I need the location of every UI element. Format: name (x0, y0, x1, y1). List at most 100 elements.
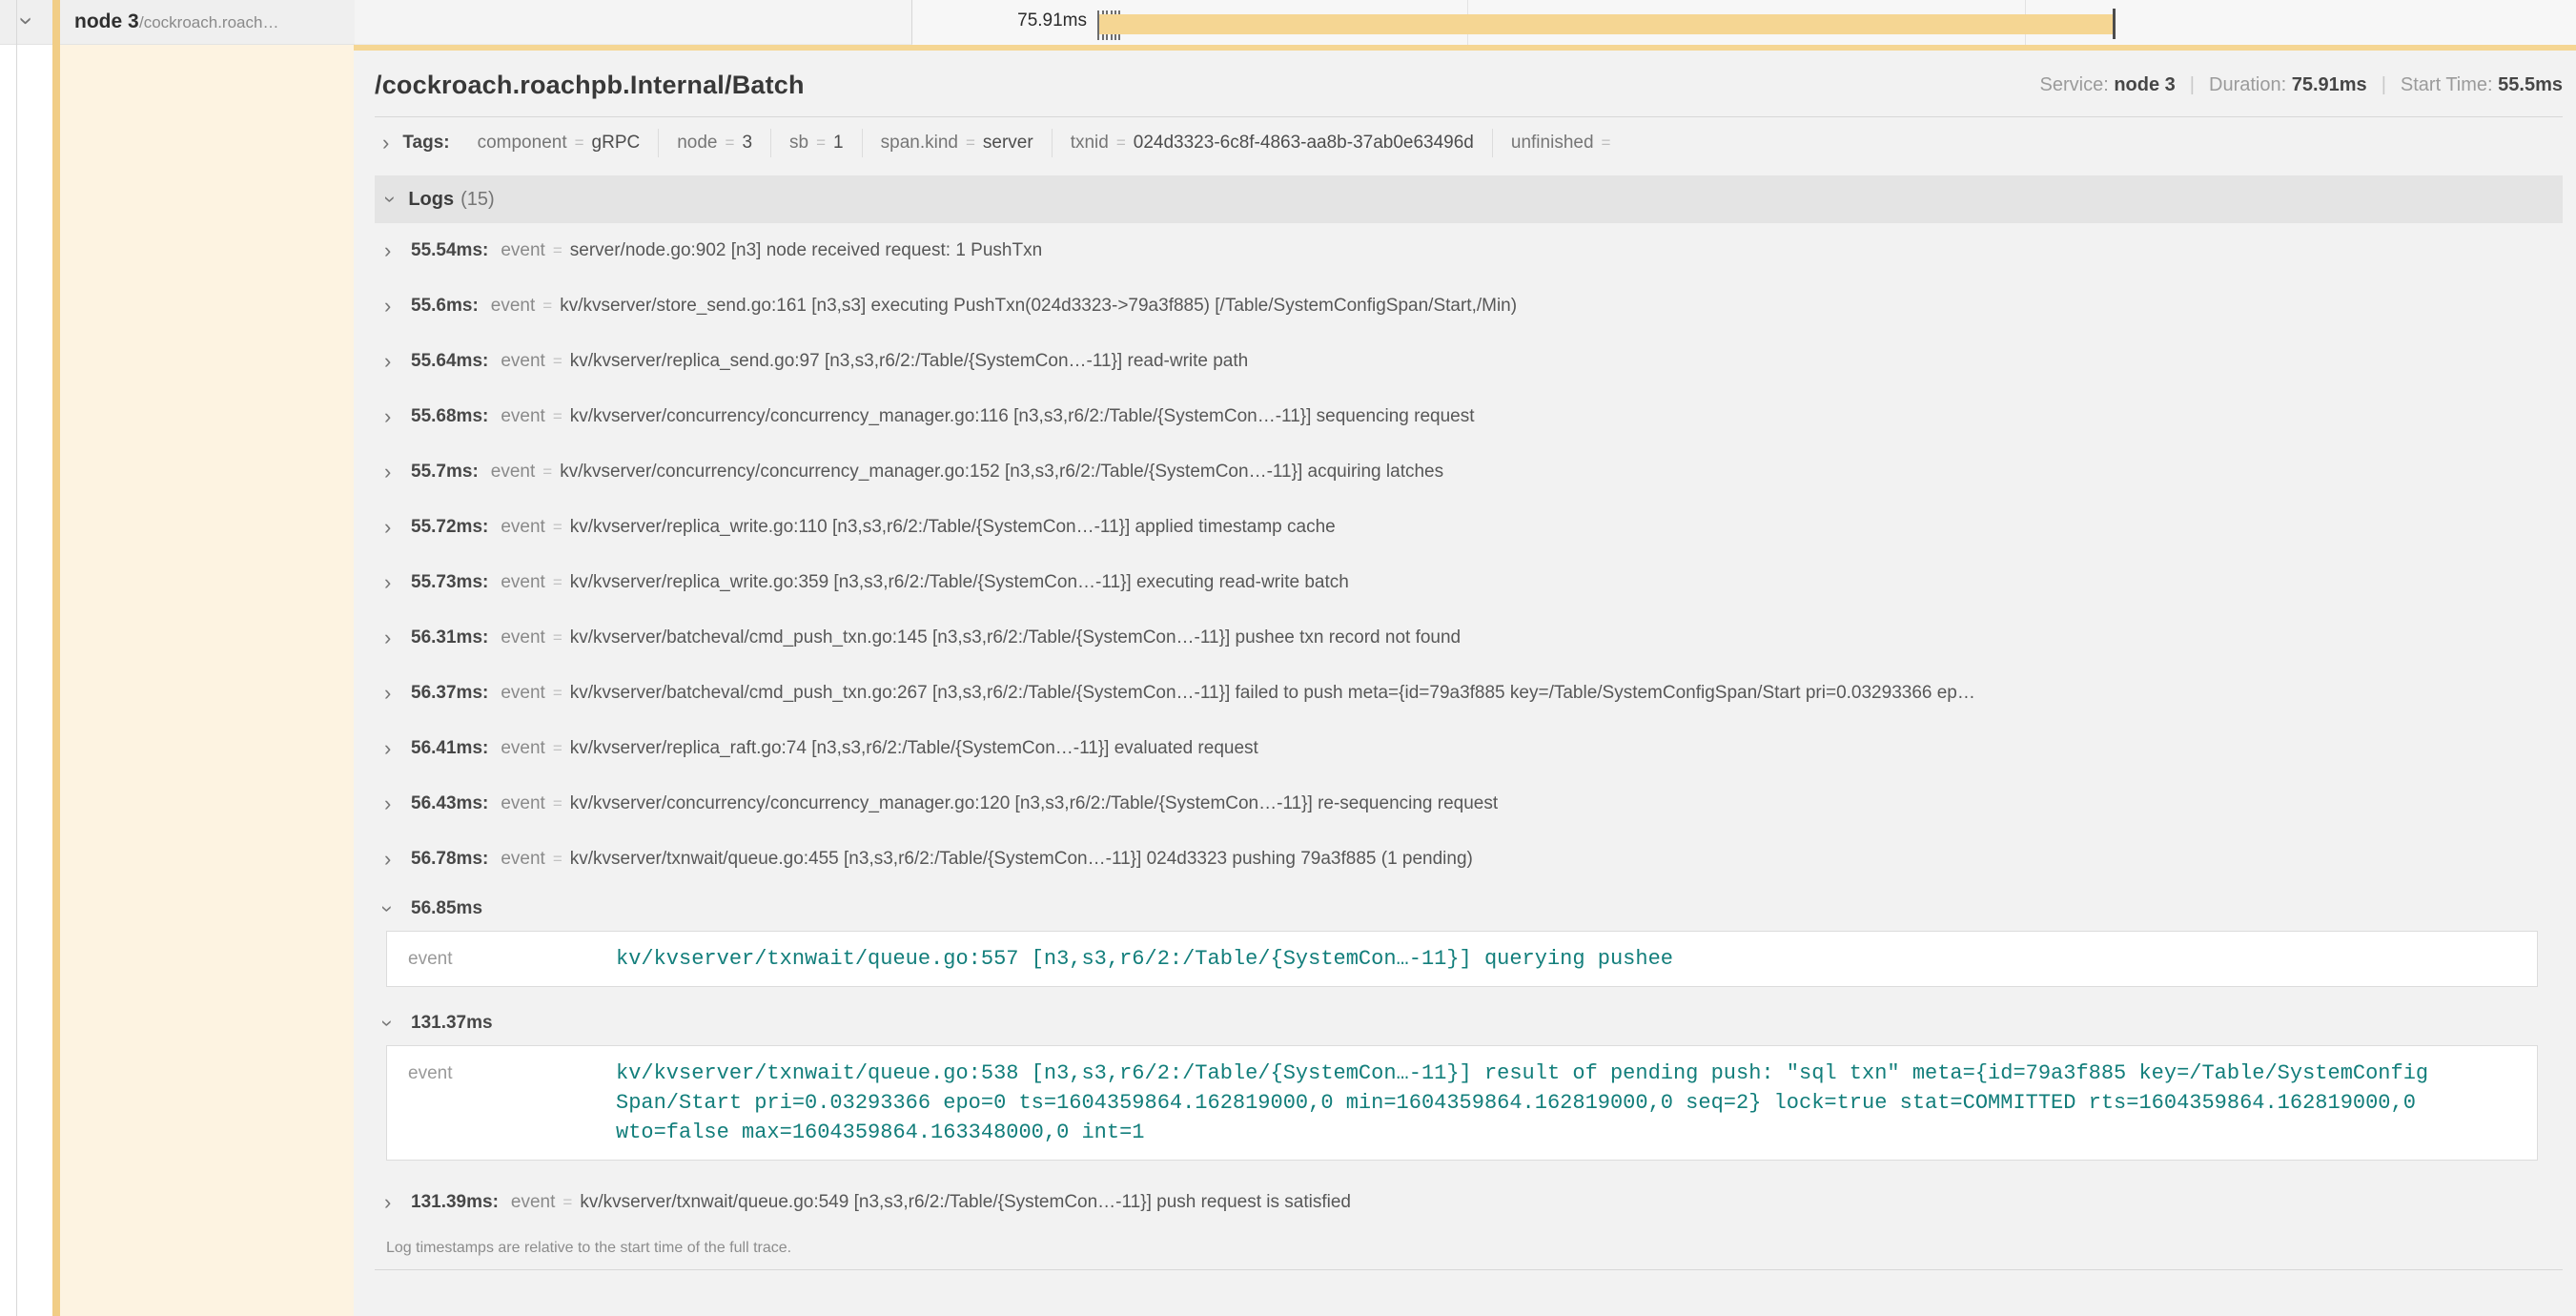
trace-timeline-span-row[interactable]: node 3 /cockroach.roach… 75.91ms (0, 0, 2576, 45)
log-detail-field-key: event (408, 944, 616, 974)
log-row[interactable]: 55.68ms: event = kv/kvserver/concurrency… (375, 389, 2563, 444)
log-row-expand-chevron-icon[interactable] (384, 572, 411, 593)
logs-count: (15) (460, 189, 495, 211)
log-field-key: event (501, 351, 544, 372)
span-operation-name-truncated: /cockroach.roach… (139, 13, 278, 32)
tag-value: 024d3323-6c8f-4863-aa8b-37ab0e63496d (1134, 133, 1474, 154)
tag-value: 1 (833, 133, 844, 154)
log-row[interactable]: 56.43ms: event = kv/kvserver/concurrency… (375, 776, 2563, 832)
log-field-value: kv/kvserver/replica_write.go:110 [n3,s3,… (570, 517, 1336, 538)
span-timeline-cell[interactable]: 75.91ms (912, 0, 2576, 45)
log-row-expand-chevron-icon[interactable] (384, 351, 411, 372)
log-row-expand-chevron-icon[interactable] (384, 738, 411, 759)
log-row[interactable]: 55.54ms: event = server/node.go:902 [n3]… (375, 223, 2563, 278)
log-field-key: event (491, 462, 535, 483)
log-row[interactable]: 55.6ms: event = kv/kvserver/store_send.g… (375, 278, 2563, 334)
log-row-expand-chevron-icon[interactable] (384, 296, 411, 317)
log-field-value: server/node.go:902 [n3] node received re… (570, 240, 1042, 261)
log-row-collapse-chevron-icon[interactable] (384, 1013, 411, 1034)
log-row-expand-chevron-icon[interactable] (384, 683, 411, 704)
start-time-value: 55.5ms (2498, 74, 2563, 95)
log-timestamp: 55.68ms: (411, 406, 488, 427)
span-service-name: node 3 (74, 10, 139, 33)
log-row-expanded-header[interactable]: 131.37ms (375, 1001, 2563, 1045)
log-field-value: kv/kvserver/txnwait/queue.go:549 [n3,s3,… (580, 1192, 1351, 1213)
log-row-expanded: 56.85ms event kv/kvserver/txnwait/queue.… (375, 887, 2563, 987)
tag-value: server (983, 133, 1033, 154)
log-row-expand-chevron-icon[interactable] (384, 849, 411, 870)
tag-equals: = (966, 134, 975, 153)
tag-list: component = gRPC node = 3 sb = 1 span.ki… (460, 129, 1637, 157)
log-field-equals: = (553, 573, 562, 592)
log-field-equals: = (542, 297, 552, 316)
tag-key: sb (789, 133, 808, 154)
log-timestamp: 131.37ms (411, 1013, 493, 1034)
log-timestamp: 56.78ms: (411, 849, 488, 870)
start-time-label: Start Time: (2401, 74, 2493, 95)
log-row-expanded-header[interactable]: 56.85ms (375, 887, 2563, 931)
log-row-expand-chevron-icon[interactable] (384, 240, 411, 261)
log-row[interactable]: 131.39ms: event = kv/kvserver/txnwait/qu… (375, 1175, 2563, 1230)
log-timestamp: 55.73ms: (411, 572, 488, 593)
tag-value: 3 (742, 133, 752, 154)
log-field-equals: = (542, 463, 552, 482)
tag-equals: = (726, 134, 735, 153)
span-detail-panel: /cockroach.roachpb.Internal/Batch Servic… (354, 45, 2576, 1316)
log-row[interactable]: 55.7ms: event = kv/kvserver/concurrency/… (375, 444, 2563, 500)
logs-section-header[interactable]: Logs (15) (375, 175, 2563, 223)
log-field-key: event (501, 683, 544, 704)
tag-item: unfinished = (1492, 129, 1637, 157)
log-row[interactable]: 56.31ms: event = kv/kvserver/batcheval/c… (375, 610, 2563, 666)
log-timestamp: 56.85ms (411, 898, 482, 919)
span-operation-title: /cockroach.roachpb.Internal/Batch (375, 71, 805, 100)
log-field-key: event (511, 1192, 555, 1213)
log-row-expand-chevron-icon[interactable] (384, 406, 411, 427)
tag-equals: = (816, 134, 826, 153)
log-field-equals: = (553, 352, 562, 371)
log-timestamp: 55.7ms: (411, 462, 479, 483)
log-row-expand-chevron-icon[interactable] (384, 627, 411, 648)
log-timestamp: 56.43ms: (411, 793, 488, 814)
log-rows: 55.54ms: event = server/node.go:902 [n3]… (375, 223, 2563, 1230)
tag-item: node = 3 (658, 129, 770, 157)
log-row[interactable]: 56.41ms: event = kv/kvserver/replica_raf… (375, 721, 2563, 776)
tags-section-header[interactable]: Tags: component = gRPC node = 3 sb = 1 s… (375, 117, 2563, 168)
logs-collapse-chevron-icon[interactable] (387, 189, 394, 210)
log-row[interactable]: 55.64ms: event = kv/kvserver/replica_sen… (375, 334, 2563, 389)
log-row[interactable]: 56.78ms: event = kv/kvserver/txnwait/que… (375, 832, 2563, 887)
section-divider (375, 1269, 2563, 1270)
log-row-expand-chevron-icon[interactable] (384, 793, 411, 814)
log-field-value: kv/kvserver/store_send.go:161 [n3,s3] ex… (560, 296, 1517, 317)
span-name-column-spacer (355, 0, 912, 45)
log-field-equals: = (553, 739, 562, 758)
log-row-expand-chevron-icon[interactable] (384, 517, 411, 538)
tags-expand-chevron-icon[interactable] (382, 133, 389, 154)
log-row[interactable]: 55.73ms: event = kv/kvserver/replica_wri… (375, 555, 2563, 610)
log-field-equals: = (562, 1193, 572, 1212)
log-field-value: kv/kvserver/batcheval/cmd_push_txn.go:26… (570, 683, 1975, 704)
log-timestamp: 56.37ms: (411, 683, 488, 704)
selected-span-row-highlight (60, 45, 354, 1316)
log-row[interactable]: 55.72ms: event = kv/kvserver/replica_wri… (375, 500, 2563, 555)
log-field-key: event (501, 849, 544, 870)
log-field-equals: = (553, 794, 562, 813)
log-field-value: kv/kvserver/batcheval/cmd_push_txn.go:14… (570, 627, 1461, 648)
log-row-collapse-chevron-icon[interactable] (384, 898, 411, 919)
tag-item: txnid = 024d3323-6c8f-4863-aa8b-37ab0e63… (1052, 129, 1492, 157)
log-row[interactable]: 56.37ms: event = kv/kvserver/batcheval/c… (375, 666, 2563, 721)
log-detail-card: event kv/kvserver/txnwait/queue.go:538 [… (386, 1045, 2538, 1161)
log-field-value: kv/kvserver/replica_raft.go:74 [n3,s3,r6… (570, 738, 1258, 759)
log-field-value: kv/kvserver/replica_send.go:97 [n3,s3,r6… (570, 351, 1248, 372)
span-duration-bar[interactable] (1099, 14, 2113, 34)
span-duration-label: 75.91ms (951, 10, 1087, 31)
duration-label: Duration: (2209, 74, 2286, 95)
log-row-expand-chevron-icon[interactable] (384, 1192, 411, 1213)
collapse-span-chevron-icon[interactable] (23, 9, 31, 33)
log-field-key: event (501, 793, 544, 814)
span-meta: Service: node 3|Duration: 75.91ms|Start … (2040, 74, 2563, 96)
tag-key: component (478, 133, 567, 154)
tag-key: node (677, 133, 717, 154)
log-timestamp: 55.64ms: (411, 351, 488, 372)
log-row-expand-chevron-icon[interactable] (384, 462, 411, 483)
tag-equals: = (1602, 134, 1611, 153)
